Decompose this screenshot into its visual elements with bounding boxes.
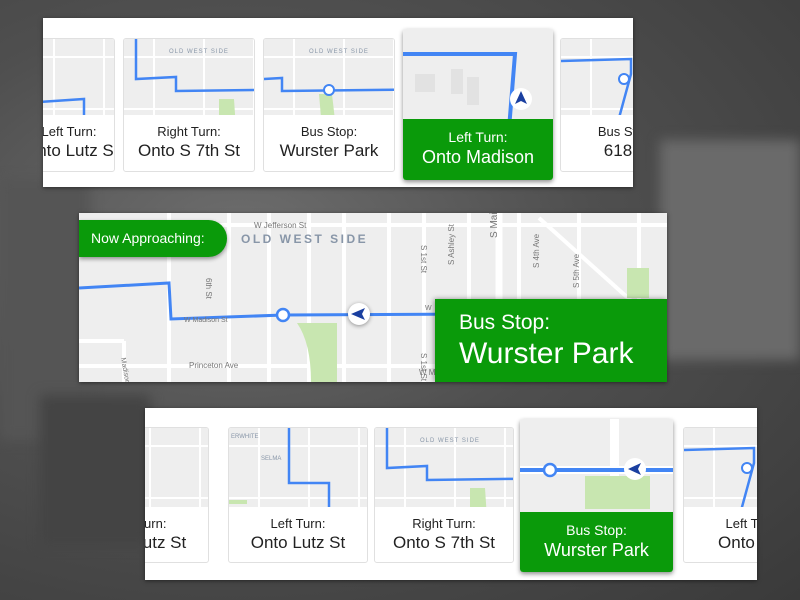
map-thumbnail — [684, 428, 757, 507]
maneuver-street: Onto Lutz St — [43, 141, 114, 160]
map-thumbnail — [520, 419, 673, 512]
stop-name: Wurster Park — [459, 337, 634, 370]
maneuver-type: Left Turn: — [145, 516, 167, 531]
now-approaching-panel: W Jefferson St OLD WEST SIDE 6th St W Ma… — [79, 213, 667, 382]
maneuver-type: Left Turn: — [448, 129, 508, 145]
maneuver-street: Wurster Park — [279, 141, 379, 160]
maneuver-type: Bus Stop: — [597, 124, 633, 139]
maneuver-street: Onto S 7th St — [392, 533, 496, 552]
maneuver-street: Onto S 7th St — [137, 141, 241, 160]
map-thumbnail — [561, 39, 633, 115]
maneuver-card[interactable]: Bus Stop: 618 S — [560, 38, 633, 172]
maneuver-type: Left Turn: — [43, 124, 97, 139]
bottom-maneuver-strip: Left Turn: Onto Lutz St ERWHITE SELMA Left … — [145, 408, 757, 580]
street-label: S 1st St — [419, 245, 428, 274]
maneuver-street: Onto Madison — [421, 147, 535, 167]
district-label: OLD WEST SIDE — [420, 438, 480, 444]
street-label: Princeton Ave — [189, 361, 239, 370]
map-thumbnail: OLD WEST SIDE — [124, 39, 254, 115]
map-thumbnail: OLD WEST SIDE — [264, 39, 394, 115]
top-maneuver-strip: Left Turn: Onto Lutz St OLD WEST SIDE Righ… — [43, 18, 633, 187]
maneuver-card[interactable]: OLD WEST SIDE Right Turn: Onto S 7th St — [123, 38, 255, 172]
street-label: S Ashley St — [447, 223, 456, 265]
maneuver-type: Bus Stop: — [566, 522, 627, 538]
map-thumbnail — [403, 29, 553, 119]
maneuver-card[interactable]: Left Turn: Onto Lutz St — [145, 427, 209, 563]
street-label: S 4th Ave — [532, 233, 541, 268]
maneuver-card[interactable]: OLD WEST SIDE Bus Stop: Wurster Park — [263, 38, 395, 172]
maneuver-street: 618 S — [603, 141, 633, 160]
maneuver-card[interactable]: OLD WEST SIDE Right Turn: Onto S 7th St — [374, 427, 514, 563]
maneuver-card[interactable]: Left Turn: Onto Lutz St — [43, 38, 115, 172]
map-thumbnail — [43, 39, 114, 115]
district-label: ERWHITE — [231, 434, 259, 440]
now-approaching-badge: Now Approaching: — [79, 220, 227, 257]
street-label: S 5th Ave — [572, 253, 581, 288]
street-label: Madison — [119, 357, 131, 382]
district-label: OLD WEST SIDE — [169, 49, 229, 55]
street-label: W Jefferson St — [254, 221, 307, 230]
next-stop-card[interactable]: Bus Stop: Wurster Park — [435, 299, 667, 382]
maneuver-type: Left Turn: — [270, 516, 326, 531]
maneuver-street: Onto Lutz St — [250, 533, 346, 552]
street-label: 6th St — [204, 278, 213, 300]
maneuver-street: Onto Lutz St — [145, 533, 187, 552]
district-label: OLD WEST SIDE — [241, 232, 368, 246]
maneuver-type: Right Turn: — [157, 124, 221, 139]
map-thumbnail: OLD WEST SIDE — [375, 428, 513, 507]
maneuver-card-active[interactable]: Left Turn: Onto Madison — [403, 29, 553, 180]
maneuver-type: Left Turn: — [725, 516, 757, 531]
district-label: OLD WEST SIDE — [309, 49, 369, 55]
map-thumbnail — [145, 428, 208, 507]
stop-type: Bus Stop: — [459, 311, 551, 334]
maneuver-street: Wurster Park — [544, 540, 649, 560]
maneuver-street: Onto 618 — [718, 533, 757, 552]
street-label: S Main — [489, 213, 500, 238]
maneuver-type: Right Turn: — [412, 516, 476, 531]
maneuver-type: Bus Stop: — [300, 124, 358, 139]
badge-label: Now Approaching: — [91, 230, 205, 246]
district-label: SELMA — [261, 456, 281, 462]
maneuver-card[interactable]: ERWHITE SELMA Left Turn: Onto Lutz St — [228, 427, 368, 563]
street-label: W — [425, 305, 432, 312]
map-thumbnail: ERWHITE SELMA — [229, 428, 367, 507]
maneuver-card[interactable]: Left Turn: Onto 618 — [683, 427, 757, 563]
street-label: W Madison St — [184, 317, 228, 324]
maneuver-card-active[interactable]: Bus Stop: Wurster Park — [520, 419, 673, 572]
